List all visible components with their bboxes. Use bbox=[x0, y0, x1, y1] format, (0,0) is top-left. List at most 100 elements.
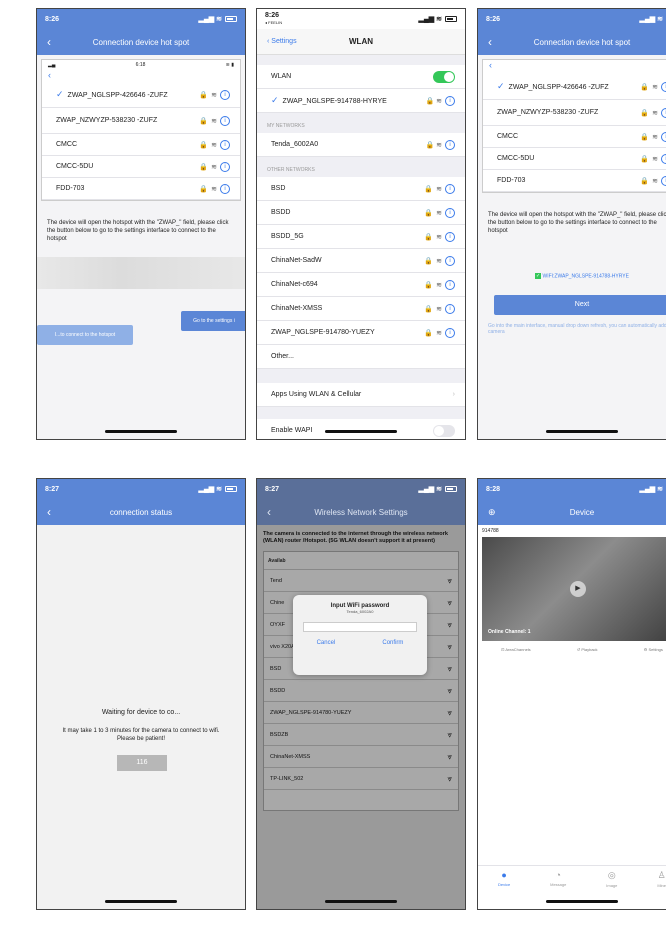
network-row[interactable]: BSDD_5G 🔒 ≋ i bbox=[257, 225, 465, 249]
device-action[interactable]: ⊡ AreaChannels bbox=[501, 647, 531, 652]
home-indicator bbox=[325, 430, 397, 433]
play-icon[interactable]: ▶ bbox=[570, 581, 586, 597]
info-icon[interactable]: i bbox=[445, 95, 455, 106]
wlan-toggle[interactable] bbox=[433, 70, 455, 83]
nav-title: Connection device hot spot bbox=[92, 37, 190, 47]
network-row[interactable]: ChinaNet-c694 🔒 ≋ i bbox=[257, 273, 465, 297]
network-row[interactable]: ✓ZWAP_NGLSPP-426646 -ZUFZ 🔒≋i bbox=[42, 82, 240, 108]
next-button[interactable]: Next bbox=[494, 295, 666, 316]
info-icon[interactable]: i bbox=[661, 107, 666, 118]
network-row[interactable]: FDD-703 🔒≋i bbox=[483, 170, 666, 192]
network-row[interactable]: CMCC 🔒≋i bbox=[42, 134, 240, 156]
info-icon[interactable]: i bbox=[661, 131, 666, 142]
network-icons: 🔒≋i bbox=[424, 255, 455, 266]
back-icon[interactable]: ‹ bbox=[488, 35, 492, 49]
network-icons: 🔒≋i bbox=[424, 183, 455, 194]
network-icons: 🔒≋i bbox=[424, 207, 455, 218]
info-icon[interactable]: i bbox=[445, 327, 455, 338]
back-icon[interactable]: ‹ bbox=[267, 505, 271, 519]
lock-icon: 🔒 bbox=[199, 185, 209, 193]
action-icon: ↺ bbox=[576, 647, 581, 652]
device-action[interactable]: ↺ Playback bbox=[577, 647, 598, 652]
network-name: ZWAP_NGLSPE-914780-YUEZY bbox=[271, 329, 375, 336]
info-icon[interactable]: i bbox=[661, 153, 666, 164]
network-name: ZWAP_NZWYZP-538230 -ZUFZ bbox=[56, 117, 158, 124]
connect-hotspot-button[interactable]: I...to connect to the hotspot bbox=[37, 325, 133, 345]
network-row[interactable]: BSD 🔒 ≋ i bbox=[257, 177, 465, 201]
status-sub: ◂ FEELIN bbox=[265, 20, 283, 25]
network-row[interactable]: ZWAP_NZWYZP-538230 -ZUFZ 🔒≋i bbox=[483, 100, 666, 126]
nav-bar: ‹ Wireless Network Settings bbox=[257, 499, 465, 525]
network-row[interactable]: CMCC-5DU 🔒≋i bbox=[42, 156, 240, 178]
connected-network-row[interactable]: ✓ ZWAP_NGLSPE-914788-HYRYE 🔒 ≋ i bbox=[257, 89, 465, 113]
info-icon[interactable]: i bbox=[445, 231, 455, 242]
wifi-icon: ≋ bbox=[211, 117, 217, 125]
scan-icon[interactable]: ⊕ bbox=[488, 507, 496, 518]
info-icon[interactable]: i bbox=[445, 255, 455, 266]
wapi-label: Enable WAPI bbox=[271, 427, 313, 434]
dim-background: The camera is connected to the internet … bbox=[257, 525, 465, 909]
inner-back-icon[interactable]: ‹ bbox=[42, 70, 240, 82]
wifi-list-item[interactable]: TP-LINK_502 ⩔ bbox=[264, 768, 458, 790]
network-row[interactable]: ZWAP_NGLSPE-914780-YUEZY 🔒 ≋ i bbox=[257, 321, 465, 345]
inner-back-icon[interactable]: ‹ bbox=[483, 60, 666, 74]
wifi-list-item[interactable]: Tend ⩔ bbox=[264, 570, 458, 592]
back-settings-link[interactable]: ‹ Settings bbox=[267, 38, 297, 45]
info-icon[interactable]: i bbox=[445, 183, 455, 194]
wapi-toggle[interactable] bbox=[433, 424, 455, 437]
phone-wireless-settings: 8:27 ▂▄▆ ≋ ‹ Wireless Network Settings The… bbox=[256, 478, 466, 910]
network-row[interactable]: ChinaNet-SadW 🔒 ≋ i bbox=[257, 249, 465, 273]
network-row[interactable]: FDD-703 🔒≋i bbox=[42, 178, 240, 200]
network-row[interactable]: CMCC-5DU 🔒≋i bbox=[483, 148, 666, 170]
other-row[interactable]: Other... bbox=[257, 345, 465, 369]
my-network-name: Tenda_6002A0 bbox=[271, 141, 319, 148]
back-icon[interactable]: ‹ bbox=[47, 505, 51, 519]
status-bar: 8:27 ▂▄▆ ≋ bbox=[37, 479, 245, 499]
tab-item[interactable]: ● Device bbox=[498, 870, 510, 887]
network-icons: 🔒≋i bbox=[199, 115, 230, 126]
screenshot-grid: 8:26 ▂▄▆ ≋ ‹ Connection device hot spot ▂▄… bbox=[0, 0, 666, 944]
info-icon[interactable]: i bbox=[220, 115, 230, 126]
camera-preview[interactable]: ▶ Online Channel: 1 bbox=[482, 537, 666, 641]
tab-item[interactable]: ◎ Image bbox=[606, 870, 617, 888]
tab-item[interactable]: ♙ Mine bbox=[657, 870, 666, 888]
info-icon[interactable]: i bbox=[661, 175, 666, 186]
apps-using-wlan-row[interactable]: Apps Using WLAN & Cellular › bbox=[257, 383, 465, 407]
password-input[interactable] bbox=[303, 622, 417, 632]
network-icons: 🔒≋i bbox=[640, 107, 666, 118]
info-icon[interactable]: i bbox=[445, 279, 455, 290]
confirm-button[interactable]: Confirm bbox=[382, 640, 403, 646]
waiting-detail: It may take 1 to 3 minutes for the camer… bbox=[62, 728, 220, 742]
wifi-icon: ⩔ bbox=[447, 773, 452, 783]
wifi-name: BSDZB bbox=[270, 731, 289, 738]
wifi-list-item[interactable]: ChinaNet-XMSS ⩔ bbox=[264, 746, 458, 768]
info-icon[interactable]: i bbox=[445, 303, 455, 314]
network-row[interactable]: ChinaNet-XMSS 🔒 ≋ i bbox=[257, 297, 465, 321]
info-icon[interactable]: i bbox=[661, 81, 666, 92]
network-row[interactable]: ✓ZWAP_NGLSPP-426646 -ZUFZ 🔒≋i bbox=[483, 74, 666, 100]
lock-icon: 🔒 bbox=[424, 329, 434, 337]
network-label: ✓ ZWAP_NGLSPP-426646 -ZUFZ bbox=[497, 81, 609, 92]
checkbox-icon[interactable]: ✓ bbox=[535, 273, 542, 279]
waiting-text: Waiting for device to co... bbox=[101, 709, 181, 716]
my-network-row[interactable]: Tenda_6002A0 🔒 ≋ i bbox=[257, 133, 465, 157]
info-icon[interactable]: i bbox=[445, 207, 455, 218]
wifi-list-item[interactable]: BSDD ⩔ bbox=[264, 680, 458, 702]
tab-icon: ♙ bbox=[657, 870, 666, 880]
network-row[interactable]: CMCC 🔒≋i bbox=[483, 126, 666, 148]
info-icon[interactable]: i bbox=[220, 183, 230, 194]
back-icon[interactable]: ‹ bbox=[47, 35, 51, 49]
wifi-list-item[interactable]: ZWAP_NGLSPE-914780-YUEZY ⩔ bbox=[264, 702, 458, 724]
wifi-icon: ≋ bbox=[211, 185, 217, 193]
wifi-list-item[interactable]: BSDZB ⩔ bbox=[264, 724, 458, 746]
cancel-button[interactable]: Cancel bbox=[317, 640, 336, 646]
tab-item[interactable]: ◔ Message bbox=[550, 870, 566, 887]
info-icon[interactable]: i bbox=[445, 139, 455, 150]
info-icon[interactable]: i bbox=[220, 89, 230, 100]
info-icon[interactable]: i bbox=[220, 139, 230, 150]
info-icon[interactable]: i bbox=[220, 161, 230, 172]
network-row[interactable]: ZWAP_NZWYZP-538230 -ZUFZ 🔒≋i bbox=[42, 108, 240, 134]
network-row[interactable]: BSDD 🔒 ≋ i bbox=[257, 201, 465, 225]
device-action[interactable]: ⚙ Settings bbox=[644, 647, 663, 652]
go-settings-button[interactable]: Go to the settings i bbox=[181, 311, 245, 331]
